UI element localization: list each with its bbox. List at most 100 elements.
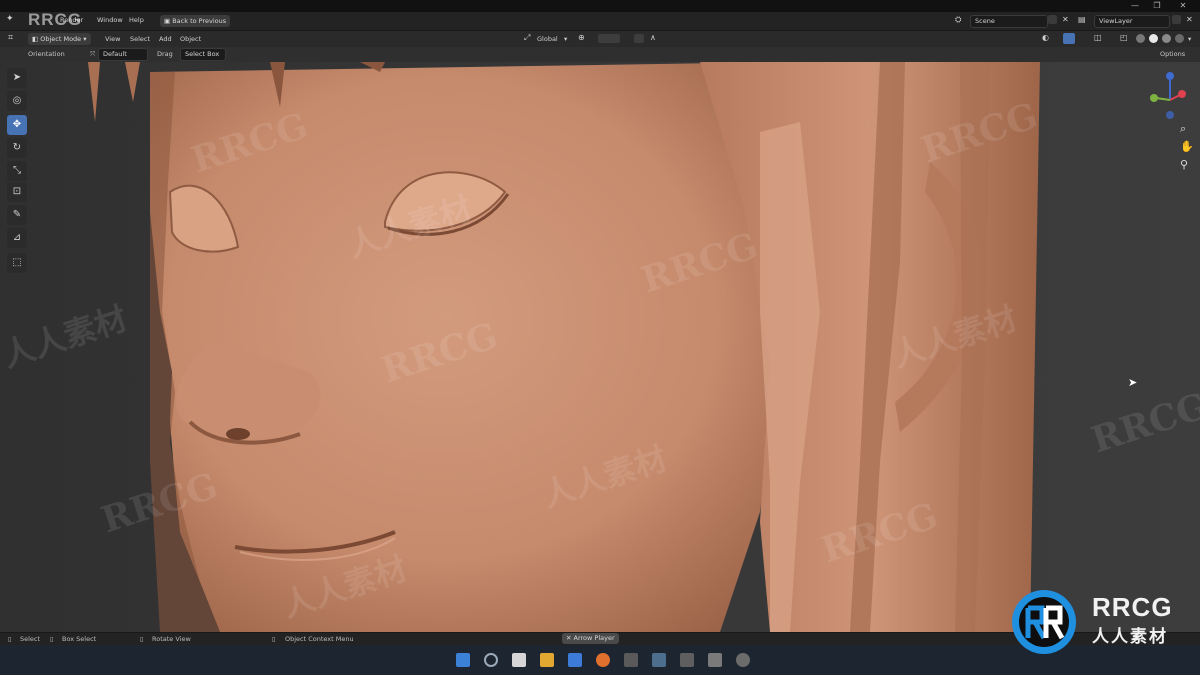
options-dropdown[interactable]: Options [1160,50,1185,58]
overlay-icon[interactable]: ◰ [1120,33,1128,42]
visibility-icon[interactable]: ◐ [1042,33,1049,42]
maximize-button[interactable]: ❐ [1148,1,1166,11]
status-select: Select [20,635,41,643]
new-viewlayer-icon[interactable] [1172,15,1181,24]
menu-view[interactable]: View [105,35,120,43]
top-menu-bar: ✦ Render Window Help ▣ Back to Previous … [0,12,1200,31]
file-explorer-icon[interactable] [540,653,554,667]
orientation-dropdown[interactable]: Default [98,48,148,61]
scene-field[interactable]: Scene [970,15,1048,28]
remove-viewlayer-icon[interactable]: ✕ [1186,15,1193,24]
close-button[interactable]: ✕ [1174,1,1192,11]
status-context-menu: Object Context Menu [285,635,354,643]
start-icon[interactable] [456,653,470,667]
scale-tool-button[interactable]: ⤡ [7,161,27,181]
solid-shading-icon[interactable] [1149,34,1158,43]
orientation-icon: ⤢ [524,33,531,42]
menu-add[interactable]: Add [159,35,172,43]
gizmo-toggle[interactable] [1063,33,1075,44]
proportional-edit-toggle[interactable] [634,34,644,43]
transform-icon: ⊡ [12,186,22,197]
pan-hand-icon[interactable]: ✋ [1180,140,1194,153]
scene-icon: ⛭ [955,15,962,24]
add-cube-tool-button[interactable]: ⬚ [7,253,27,273]
menu-object[interactable]: Object [180,35,201,43]
rrcg-logo: RRCG 人人素材 [1008,586,1198,656]
falloff-icon[interactable]: ∧ [650,33,656,42]
viewlayer-field[interactable]: ViewLayer [1094,15,1170,28]
mouse-drag-icon: ▯ [50,635,54,643]
cursor-tool-button[interactable]: ◎ [7,91,27,111]
pivot-icon[interactable]: ⊕ [578,33,585,42]
rendered-shading-icon[interactable] [1175,34,1184,43]
viewport-header: ⌗ ◧ Object Mode ▾ View Select Add Object… [0,31,1200,47]
drag-label: Drag [157,50,173,58]
remove-scene-icon[interactable]: ✕ [1062,15,1069,24]
transform-orientation-dropdown[interactable]: Global [537,35,558,43]
status-box-select: Box Select [62,635,97,643]
select-tool-button[interactable]: ➤ [7,68,27,88]
scale-icon: ⤡ [13,165,21,176]
viewlayer-icon: ▤ [1078,15,1086,24]
transform-tool-button[interactable]: ⊡ [7,182,27,202]
3d-viewport[interactable]: RRCG 人人素材 RRCG 人人素材 RRCG 人人素材 RRCG 人人素材 … [0,62,1200,632]
y-axis-icon[interactable] [1150,94,1158,102]
task-view-icon[interactable] [512,653,526,667]
menu-select[interactable]: Select [130,35,150,43]
app-icon[interactable] [736,653,750,667]
rrcg-logo-icon [1012,590,1076,654]
snap-toggle[interactable] [598,34,620,43]
material-shading-icon[interactable] [1162,34,1171,43]
ruler-icon: ⊿ [12,232,22,243]
browser-icon[interactable] [568,653,582,667]
xray-icon[interactable]: ◫ [1094,33,1102,42]
3d-cursor-icon: ◎ [12,95,22,106]
app-icon[interactable] [652,653,666,667]
x-axis-icon[interactable] [1178,90,1186,98]
mouse-left-icon: ▯ [8,635,12,643]
pencil-icon: ✎ [12,209,22,220]
back-icon: ▣ [164,17,173,25]
move-tool-button[interactable]: ✥ [7,115,27,135]
app-icon[interactable] [708,653,722,667]
window-title-bar: — ❐ ✕ [0,0,1200,12]
blender-logo-icon[interactable]: ✦ [6,14,14,24]
mode-dropdown[interactable]: ◧ Object Mode ▾ [28,33,91,45]
back-label: Back to Previous [172,17,227,25]
minimize-button[interactable]: — [1126,1,1144,11]
app-icon[interactable] [624,653,638,667]
move-icon: ✥ [12,119,22,130]
menu-window[interactable]: Window [97,16,123,24]
tool-settings-bar: Orientation ⤧ Default Drag Select Box Op… [0,47,1200,62]
mode-label: Object Mode [40,35,82,43]
cursor-arrow-icon: ➤ [12,72,22,83]
chevron-down-icon: ▾ [564,35,568,43]
new-scene-icon[interactable] [1048,15,1057,24]
logo-text: RRCG [1092,592,1173,622]
menu-help[interactable]: Help [129,16,144,24]
watermark-brand: RRCG [28,10,83,29]
navigation-gizmo[interactable] [1142,70,1200,140]
blender-app-icon[interactable] [596,653,610,667]
camera-icon[interactable]: ⚲ [1180,158,1188,171]
mouse-middle-icon: ▯ [140,635,144,643]
rotate-tool-button[interactable]: ↻ [7,138,27,158]
orientation-label: Orientation [28,50,65,58]
editor-type-icon[interactable]: ⌗ [8,33,13,43]
annotate-tool-button[interactable]: ✎ [7,205,27,225]
cube-icon: ⬚ [12,257,22,268]
status-center-pill[interactable]: ✕ Arrow Player [562,633,619,644]
z-axis-icon[interactable] [1166,72,1174,80]
back-to-previous-button[interactable]: ▣ Back to Previous [160,15,231,27]
search-icon[interactable] [484,653,498,667]
measure-tool-button[interactable]: ⊿ [7,228,27,248]
status-center-label: Arrow Player [573,634,615,642]
object-mode-icon: ◧ [32,35,41,43]
drag-dropdown[interactable]: Select Box [180,48,226,61]
chevron-down-icon: ▾ [81,35,87,43]
wireframe-shading-icon[interactable] [1136,34,1145,43]
app-icon[interactable] [680,653,694,667]
neg-z-axis-icon[interactable] [1166,111,1174,119]
zoom-icon[interactable]: ⌕ [1180,122,1186,136]
rotate-icon: ↻ [12,142,22,153]
